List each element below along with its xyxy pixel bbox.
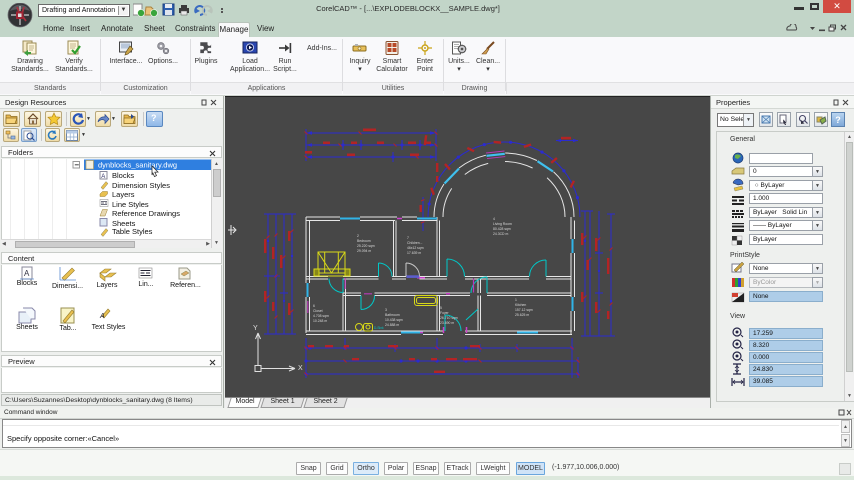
svg-text:25.625 m: 25.625 m xyxy=(515,313,529,317)
svg-text:Closet: Closet xyxy=(313,309,323,313)
svg-text:4: 4 xyxy=(493,217,495,221)
svg-text:6: 6 xyxy=(313,304,315,308)
svg-text:10.438 sqm: 10.438 sqm xyxy=(385,318,403,322)
svg-text:2: 2 xyxy=(357,234,359,238)
svg-text:4.708 sqm: 4.708 sqm xyxy=(313,314,329,318)
svg-text:157.12 sqm: 157.12 sqm xyxy=(515,308,533,312)
svg-text:dynblocks_sanitary.dwg: dynblocks_sanitary.dwg xyxy=(98,161,177,170)
svg-text:Foyer: Foyer xyxy=(440,311,450,315)
svg-text:5: 5 xyxy=(440,306,442,310)
svg-text:Kitchen: Kitchen xyxy=(515,303,526,307)
svg-text:24.888 m: 24.888 m xyxy=(385,323,399,327)
svg-text:Y: Y xyxy=(253,325,258,332)
svg-text:26.710 sqm: 26.710 sqm xyxy=(440,316,458,320)
svg-text:Living Room: Living Room xyxy=(493,222,512,226)
svg-text:A: A xyxy=(99,313,105,320)
svg-text:A: A xyxy=(101,174,105,180)
svg-text:Bathroom: Bathroom xyxy=(385,313,400,317)
svg-text:23.690 m: 23.690 m xyxy=(440,321,454,325)
svg-text:25.220 sqm: 25.220 sqm xyxy=(357,244,375,248)
svg-text:3: 3 xyxy=(385,308,387,312)
svg-text:Children...: Children... xyxy=(407,241,423,245)
svg-text:24.3CD m: 24.3CD m xyxy=(493,232,508,236)
svg-text:80.428 sqm: 80.428 sqm xyxy=(493,227,511,231)
svg-text:Bedroom: Bedroom xyxy=(357,239,371,243)
svg-text:X: X xyxy=(298,365,303,372)
svg-text:29.094 m: 29.094 m xyxy=(357,249,371,253)
svg-text:17.639 m: 17.639 m xyxy=(407,251,421,255)
svg-text:1: 1 xyxy=(515,298,517,302)
svg-text:10.248 m: 10.248 m xyxy=(313,319,327,323)
svg-text:7: 7 xyxy=(407,236,409,240)
svg-text:46x12 sqm: 46x12 sqm xyxy=(407,246,424,250)
svg-text:A: A xyxy=(24,269,30,278)
svg-text:D-Sink: D-Sink xyxy=(374,326,384,330)
